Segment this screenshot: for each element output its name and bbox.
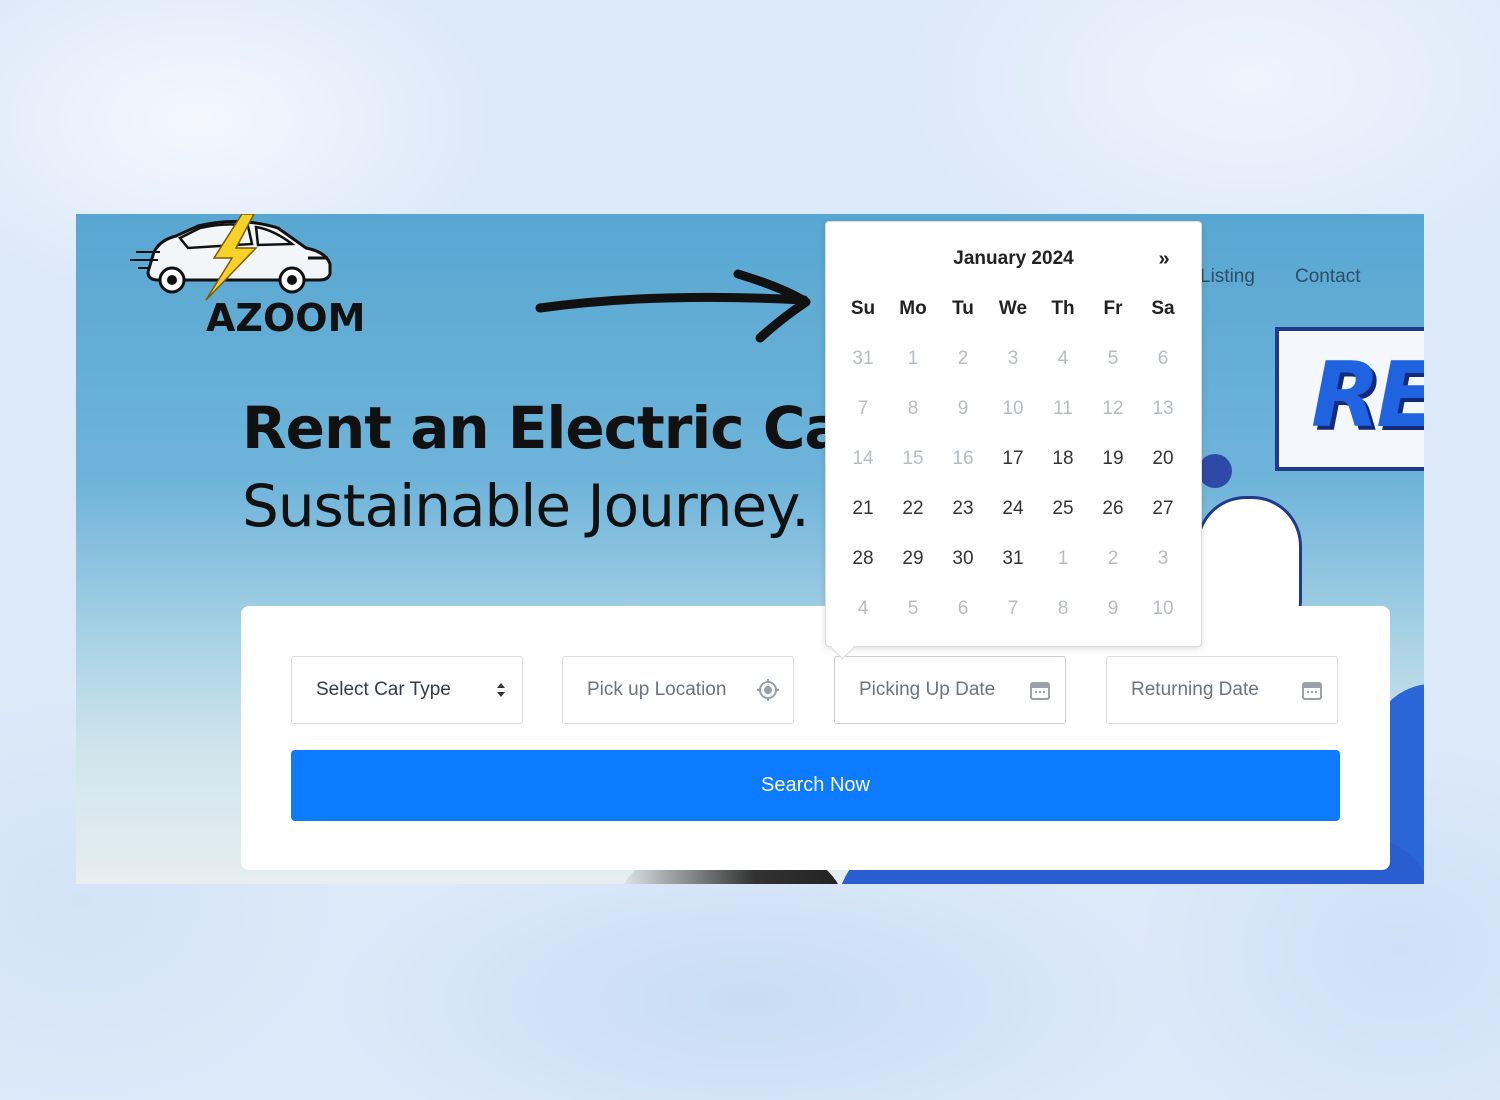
illustration-person (1196, 496, 1302, 622)
weekday-header: Tu (952, 298, 974, 319)
return-date-input[interactable]: Returning Date (1106, 656, 1338, 724)
datepicker-day-disabled: 31 (852, 348, 874, 369)
datepicker-day[interactable]: 28 (838, 536, 888, 586)
datepicker-day[interactable]: 24 (988, 486, 1038, 536)
datepicker-day-disabled: 2 (957, 348, 969, 369)
datepicker-day-disabled: 7 (857, 398, 869, 419)
datepicker-week-row: 7 8 9 10 11 12 13 (838, 386, 1188, 436)
datepicker-day-disabled: 6 (1157, 348, 1169, 369)
datepicker-day-disabled: 15 (902, 448, 924, 469)
car-type-value: Select Car Type (316, 679, 451, 700)
weekday-header: Su (850, 298, 876, 319)
datepicker-day[interactable]: 30 (938, 536, 988, 586)
datepicker-day[interactable]: 27 (1138, 486, 1188, 536)
return-date-placeholder: Returning Date (1131, 679, 1259, 700)
datepicker-day-disabled: 8 (907, 398, 919, 419)
datepicker-day[interactable]: 23 (938, 486, 988, 536)
brand-name: AZOOM (206, 296, 366, 340)
annotation-arrow-icon (535, 269, 811, 343)
datepicker-day[interactable]: 25 (1038, 486, 1088, 536)
illustration-person-head (1198, 454, 1232, 488)
datepicker-week-row: 14 15 16 17 18 19 20 (838, 436, 1188, 486)
pickup-date-input[interactable]: Picking Up Date (834, 656, 1066, 724)
datepicker-day-disabled: 12 (1102, 398, 1124, 419)
brand-logo[interactable]: AZOOM (128, 214, 365, 340)
datepicker-day-disabled: 16 (952, 448, 974, 469)
illustration-sign: RE (1275, 327, 1424, 471)
datepicker-day-disabled: 10 (1152, 598, 1174, 619)
datepicker-day[interactable]: 31 (988, 536, 1038, 586)
location-target-icon[interactable] (757, 679, 779, 701)
datepicker-day[interactable]: 18 (1038, 436, 1088, 486)
calendar-icon[interactable] (1301, 679, 1323, 701)
datepicker-week-row: 4 5 6 7 8 9 10 (838, 586, 1188, 636)
weekday-header: Mo (899, 298, 927, 319)
datepicker-day-disabled: 4 (857, 598, 869, 619)
hero-title: Rent an Electric Car (242, 394, 871, 462)
datepicker-day-disabled: 5 (1107, 348, 1119, 369)
weekday-header: Sa (1151, 298, 1175, 319)
datepicker-day[interactable]: 19 (1088, 436, 1138, 486)
illustration-sign-text: RE (1311, 343, 1424, 448)
datepicker-day[interactable]: 22 (888, 486, 938, 536)
select-caret-icon (497, 683, 505, 697)
lightning-bolt-icon (205, 214, 258, 301)
datepicker-day-disabled: 9 (957, 398, 969, 419)
datepicker-grid: Su Mo Tu We Th Fr Sa 31 1 2 3 4 5 6 7 8 9 10 11 12 13 14 15 16… (838, 286, 1188, 636)
datepicker-day-disabled: 13 (1152, 398, 1174, 419)
datepicker-day-disabled: 1 (1057, 548, 1069, 569)
datepicker-day-disabled: 8 (1057, 598, 1069, 619)
datepicker-day[interactable]: 29 (888, 536, 938, 586)
calendar-icon[interactable] (1029, 679, 1051, 701)
datepicker-next-month-button[interactable]: » (1154, 248, 1174, 271)
datepicker-day-disabled: 6 (957, 598, 969, 619)
datepicker-day-disabled: 2 (1107, 548, 1119, 569)
datepicker-day-disabled: 3 (1007, 348, 1019, 369)
datepicker-day-disabled: 14 (852, 448, 874, 469)
datepicker-day[interactable]: 20 (1138, 436, 1188, 486)
nav-link-contact[interactable]: Contact (1295, 266, 1360, 288)
datepicker-day-disabled: 5 (907, 598, 919, 619)
datepicker-day[interactable]: 17 (988, 436, 1038, 486)
hero-subtitle: Sustainable Journey. (242, 472, 810, 540)
datepicker-day[interactable]: 21 (838, 486, 888, 536)
nav-link-listing[interactable]: Listing (1200, 266, 1255, 288)
search-now-button[interactable]: Search Now (291, 750, 1340, 821)
datepicker-day-disabled: 9 (1107, 598, 1119, 619)
datepicker-day-disabled: 3 (1157, 548, 1169, 569)
weekday-header: Th (1051, 298, 1075, 319)
datepicker-popup: January 2024 » Su Mo Tu We Th Fr Sa 31 1 2 3 4 5 6 7 8… (825, 221, 1202, 660)
weekday-header: We (998, 298, 1028, 319)
datepicker-day-disabled: 4 (1057, 348, 1069, 369)
pickup-location-placeholder: Pick up Location (587, 679, 727, 700)
datepicker-week-row: 31 1 2 3 4 5 6 (838, 336, 1188, 386)
pickup-location-input[interactable]: Pick up Location (562, 656, 794, 724)
datepicker-day-disabled: 7 (1007, 598, 1019, 619)
car-type-select[interactable]: Select Car Type (291, 656, 523, 724)
datepicker-day[interactable]: 26 (1088, 486, 1138, 536)
datepicker-week-row: 28 29 30 31 1 2 3 (838, 536, 1188, 586)
weekday-header: Fr (1103, 298, 1123, 319)
datepicker-week-row: 21 22 23 24 25 26 27 (838, 486, 1188, 536)
pickup-date-placeholder: Picking Up Date (859, 679, 996, 700)
datepicker-day-disabled: 11 (1053, 398, 1073, 419)
datepicker-day-disabled: 10 (1002, 398, 1024, 419)
datepicker-month-label[interactable]: January 2024 (826, 248, 1201, 270)
datepicker-day-disabled: 1 (907, 348, 919, 369)
datepicker-weekday-row: Su Mo Tu We Th Fr Sa (838, 286, 1188, 336)
search-form: Select Car Type Pick up Location Picking… (241, 606, 1390, 870)
